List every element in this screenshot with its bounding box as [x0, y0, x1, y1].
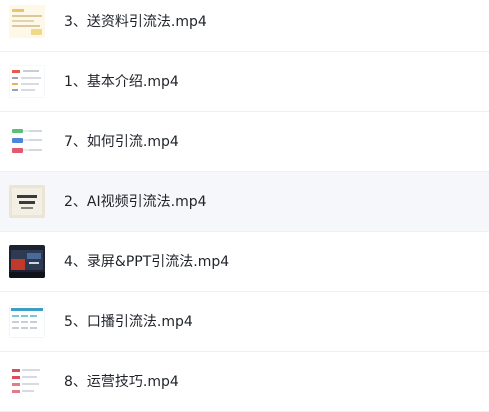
video-thumbnail-icon[interactable]: [9, 125, 45, 158]
video-thumbnail-icon[interactable]: [9, 5, 45, 38]
file-name[interactable]: 4、录屏&PPT引流法.mp4: [64, 252, 229, 272]
video-thumbnail-icon[interactable]: [9, 245, 45, 278]
file-name[interactable]: 8、运营技巧.mp4: [64, 372, 179, 392]
video-thumbnail-icon[interactable]: [9, 185, 45, 218]
file-row[interactable]: 1、基本介绍.mp4: [0, 52, 489, 112]
file-name[interactable]: 1、基本介绍.mp4: [64, 72, 179, 92]
file-name[interactable]: 2、AI视频引流法.mp4: [64, 192, 207, 212]
file-row[interactable]: 4、录屏&PPT引流法.mp4: [0, 232, 489, 292]
file-list: 3、送资料引流法.mp4 1、基本介绍.mp4 7、如何引流.mp4 2、AI视…: [0, 0, 489, 412]
file-row[interactable]: 3、送资料引流法.mp4: [0, 0, 489, 52]
video-thumbnail-icon[interactable]: [9, 365, 45, 398]
file-name[interactable]: 7、如何引流.mp4: [64, 132, 179, 152]
file-row[interactable]: 7、如何引流.mp4: [0, 112, 489, 172]
file-row[interactable]: 8、运营技巧.mp4: [0, 352, 489, 412]
file-row[interactable]: 5、口播引流法.mp4: [0, 292, 489, 352]
file-row[interactable]: 2、AI视频引流法.mp4: [0, 172, 489, 232]
file-name[interactable]: 3、送资料引流法.mp4: [64, 12, 207, 32]
file-name[interactable]: 5、口播引流法.mp4: [64, 312, 193, 332]
video-thumbnail-icon[interactable]: [9, 65, 45, 98]
video-thumbnail-icon[interactable]: [9, 305, 45, 338]
